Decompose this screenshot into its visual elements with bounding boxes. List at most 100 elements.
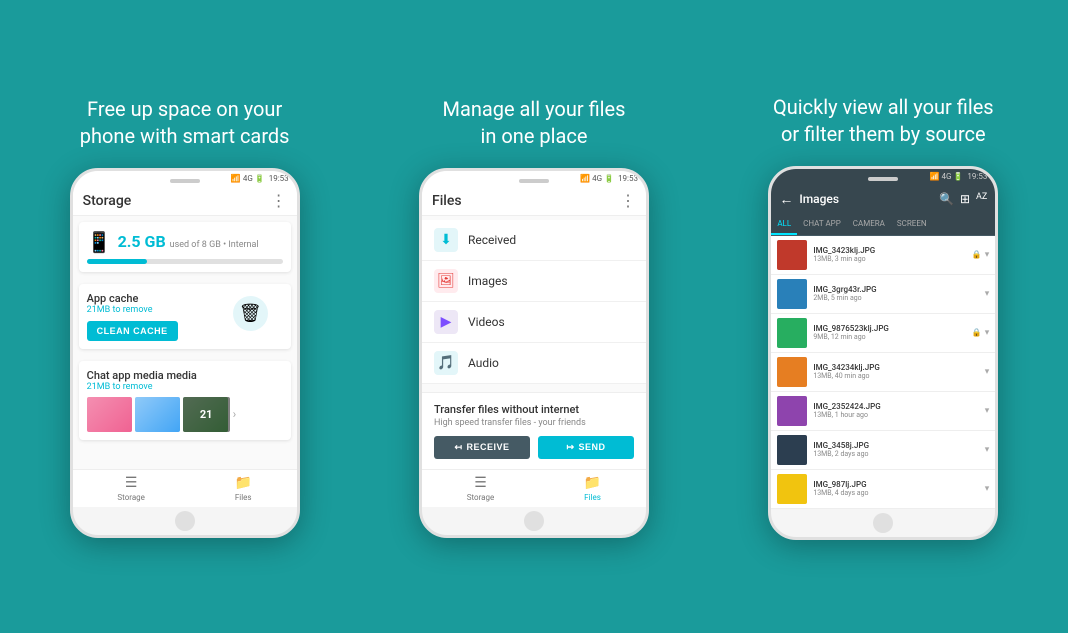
- filter-tab-chat[interactable]: CHAT APP: [797, 214, 847, 235]
- nav-files-2[interactable]: 📁 Files: [584, 475, 601, 502]
- panel-2-title: Manage all your filesin one place: [442, 96, 625, 150]
- image-thumbnail-5: [777, 435, 807, 465]
- panel-1-title: Free up space on yourphone with smart ca…: [80, 96, 290, 150]
- file-item-audio[interactable]: 🎵 Audio: [422, 343, 646, 384]
- cache-icon-area: 🗑: [233, 296, 283, 336]
- grid-icon[interactable]: ⊞: [960, 192, 970, 206]
- cache-title: App cache: [87, 292, 178, 305]
- search-icon[interactable]: 🔍: [939, 192, 954, 206]
- phone-speaker-3: [868, 177, 898, 181]
- image-meta-0: 13MB, 3 min ago: [813, 255, 966, 263]
- panel-2: Manage all your filesin one place 📶 4G 🔋…: [379, 96, 689, 538]
- thumbnail-count: 21: [183, 397, 230, 432]
- image-thumbnail-4: [777, 396, 807, 426]
- panel-3-title: Quickly view all your filesor filter the…: [773, 94, 994, 148]
- image-thumbnail-0: [777, 240, 807, 270]
- phone-1-header: Storage ⋮: [73, 187, 297, 216]
- image-name-3: IMG_34234klj.JPG: [813, 363, 978, 372]
- storage-nav-icon-1: ☰: [125, 475, 138, 491]
- storage-gb: 2.5 GB: [118, 232, 166, 251]
- storage-bar-container: [87, 259, 283, 264]
- image-chevron-6[interactable]: ▾: [985, 484, 990, 494]
- image-actions-4: ▾: [985, 406, 990, 416]
- image-row[interactable]: IMG_9876523klj.JPG 9MB, 12 min ago 🔒 ▾: [771, 314, 995, 353]
- image-thumbnail-6: [777, 474, 807, 504]
- files-list: ⬇ Received 🖼 Images ▶ Videos 🎵 Audio: [422, 216, 646, 392]
- clean-cache-button[interactable]: CLEAN CACHE: [87, 321, 178, 341]
- transfer-section: Transfer files without internet High spe…: [422, 392, 646, 469]
- phone-home-btn-3[interactable]: [873, 513, 893, 533]
- image-chevron-1[interactable]: ▾: [985, 289, 990, 299]
- image-meta-1: 2MB, 5 min ago: [813, 294, 978, 302]
- file-item-videos[interactable]: ▶ Videos: [422, 302, 646, 343]
- image-name-0: IMG_3423klj.JPG: [813, 246, 966, 255]
- phone-2-header: Files ⋮: [422, 187, 646, 216]
- image-info-3: IMG_34234klj.JPG 13MB, 40 min ago: [813, 363, 978, 380]
- send-button[interactable]: ↦ SEND: [538, 436, 634, 459]
- sort-az-icon[interactable]: AZ: [976, 192, 987, 206]
- image-chevron-0[interactable]: ▾: [985, 250, 990, 260]
- image-chevron-2[interactable]: ▾: [985, 328, 990, 338]
- image-row[interactable]: IMG_3423klj.JPG 13MB, 3 min ago 🔒 ▾: [771, 236, 995, 275]
- received-label: Received: [468, 233, 516, 247]
- thumbnail-3: 21: [183, 397, 228, 432]
- nav-files-1[interactable]: 📁 Files: [234, 475, 251, 502]
- receive-button[interactable]: ↤ RECEIVE: [434, 436, 530, 459]
- image-row[interactable]: IMG_34234klj.JPG 13MB, 40 min ago ▾: [771, 353, 995, 392]
- thumb-arrow-icon[interactable]: ›: [233, 407, 237, 421]
- image-name-1: IMG_3grg43r.JPG: [813, 285, 978, 294]
- thumbnail-2: [135, 397, 180, 432]
- image-meta-2: 9MB, 12 min ago: [813, 333, 966, 341]
- cache-sub: 21MB to remove: [87, 305, 178, 315]
- network-indicator-3: 📶 4G 🔋: [930, 172, 964, 181]
- image-chevron-4[interactable]: ▾: [985, 406, 990, 416]
- files-nav-label-2: Files: [584, 493, 601, 502]
- filter-tab-all[interactable]: ALL: [771, 214, 797, 235]
- filter-tab-camera[interactable]: CAMERA: [847, 214, 891, 235]
- lock-icon: 🔒: [972, 250, 982, 259]
- thumbnail-1: [87, 397, 132, 432]
- nav-storage-1[interactable]: ☰ Storage: [117, 475, 145, 502]
- videos-label: Videos: [468, 315, 505, 329]
- cache-left: App cache 21MB to remove CLEAN CACHE: [87, 292, 178, 341]
- storage-nav-icon-2: ☰: [474, 475, 487, 491]
- filter-tab-screen[interactable]: SCREEN: [891, 214, 933, 235]
- image-actions-5: ▾: [985, 445, 990, 455]
- main-container: Free up space on yourphone with smart ca…: [0, 0, 1068, 633]
- image-row[interactable]: IMG_987lj.JPG 13MB, 4 days ago ▾: [771, 470, 995, 509]
- bottom-nav-2: ☰ Storage 📁 Files: [422, 469, 646, 507]
- chat-media-title: Chat app media media: [87, 369, 283, 382]
- image-name-2: IMG_9876523klj.JPG: [813, 324, 966, 333]
- send-icon: ↦: [566, 442, 574, 453]
- chat-media-card: Chat app media media 21MB to remove 21 ›: [79, 361, 291, 440]
- nav-storage-2[interactable]: ☰ Storage: [467, 475, 495, 502]
- panel-1: Free up space on yourphone with smart ca…: [30, 96, 340, 538]
- more-options-2[interactable]: ⋮: [620, 193, 636, 209]
- image-row[interactable]: IMG_2352424.JPG 13MB, 1 hour ago ▾: [771, 392, 995, 431]
- image-thumbnail-1: [777, 279, 807, 309]
- image-row[interactable]: IMG_3grg43r.JPG 2MB, 5 min ago ▾: [771, 275, 995, 314]
- files-nav-label-1: Files: [235, 493, 252, 502]
- image-info-6: IMG_987lj.JPG 13MB, 4 days ago: [813, 480, 978, 497]
- file-item-received[interactable]: ⬇ Received: [422, 220, 646, 261]
- phone-home-btn-1[interactable]: [175, 511, 195, 531]
- videos-icon: ▶: [434, 310, 458, 334]
- transfer-sub: High speed transfer files - your friends: [434, 418, 634, 428]
- image-name-4: IMG_2352424.JPG: [813, 402, 978, 411]
- phone-2: 📶 4G 🔋 19:53 Files ⋮ ⬇ Received 🖼 Images: [419, 168, 649, 538]
- more-options-1[interactable]: ⋮: [271, 193, 287, 209]
- image-info-5: IMG_3458j.JPG 13MB, 2 days ago: [813, 441, 978, 458]
- files-nav-icon-2: 📁: [584, 475, 601, 491]
- receive-icon: ↤: [454, 442, 462, 453]
- image-meta-5: 13MB, 2 days ago: [813, 450, 978, 458]
- phone-home-btn-2[interactable]: [524, 511, 544, 531]
- image-chevron-5[interactable]: ▾: [985, 445, 990, 455]
- image-chevron-3[interactable]: ▾: [985, 367, 990, 377]
- phone-1-header-title: Storage: [83, 193, 132, 209]
- back-button-3[interactable]: ←: [779, 191, 793, 208]
- image-actions-0: 🔒 ▾: [972, 250, 990, 260]
- image-row[interactable]: IMG_3458j.JPG 13MB, 2 days ago ▾: [771, 431, 995, 470]
- file-item-images[interactable]: 🖼 Images: [422, 261, 646, 302]
- phone-speaker-2: [519, 179, 549, 183]
- phone-3-content: ← Images 🔍 ⊞ AZ ALL CHAT APP CAMERA SCRE…: [771, 185, 995, 509]
